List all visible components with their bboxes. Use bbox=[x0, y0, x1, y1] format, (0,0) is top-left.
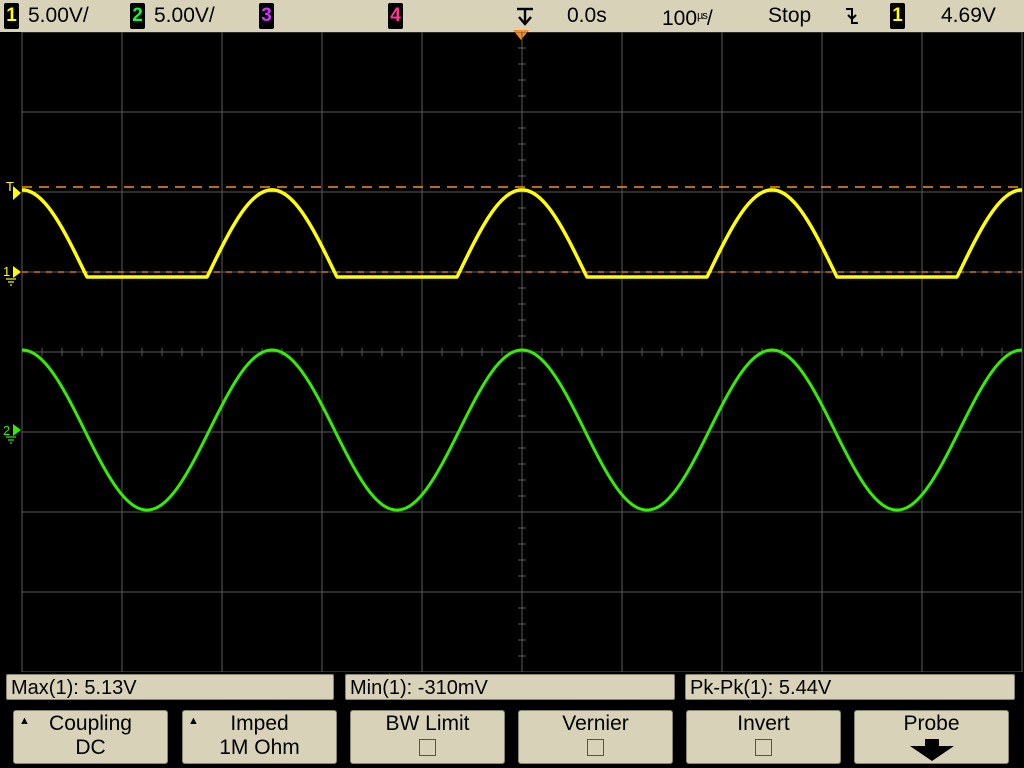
channel-1-badge[interactable]: 1 bbox=[4, 3, 19, 29]
impedance-label: Imped bbox=[230, 712, 289, 735]
channel-2-badge[interactable]: 2 bbox=[130, 3, 145, 29]
trigger-position-icon bbox=[514, 5, 536, 33]
submenu-down-arrow-icon bbox=[910, 739, 954, 761]
trigger-source-badge[interactable]: 1 bbox=[890, 3, 905, 29]
time-offset: 0.0s bbox=[567, 4, 607, 27]
status-bar: 1 5.00V/ 2 5.00V/ 3 4 0.0s 100µs/ Stop 1… bbox=[0, 0, 1024, 32]
measurement-min[interactable]: Min(1): -310mV bbox=[345, 674, 675, 700]
reference-markers: T 1 2 bbox=[3, 179, 1022, 444]
oscilloscope-screen: 1 5.00V/ 2 5.00V/ 3 4 0.0s 100µs/ Stop 1… bbox=[0, 0, 1024, 768]
impedance-softkey[interactable]: ▲ Imped 1M Ohm bbox=[182, 710, 337, 764]
channel-1-ground-label: 1 bbox=[3, 264, 10, 279]
coupling-softkey[interactable]: ▲ Coupling DC bbox=[13, 710, 168, 764]
channel-1-ground-icon bbox=[6, 278, 16, 286]
falling-edge-icon bbox=[844, 6, 860, 32]
vernier-softkey[interactable]: Vernier bbox=[518, 710, 673, 764]
bw-limit-softkey[interactable]: BW Limit bbox=[350, 710, 505, 764]
time-scale-suffix: / bbox=[706, 7, 713, 30]
vernier-label: Vernier bbox=[562, 712, 629, 735]
time-scale-value: 100 bbox=[662, 7, 698, 30]
probe-label: Probe bbox=[903, 712, 960, 735]
channel-2-ground-label: 2 bbox=[3, 423, 10, 438]
trigger-level-arrow-icon[interactable] bbox=[13, 186, 21, 200]
trigger-level: 4.69V bbox=[941, 4, 996, 27]
time-scale: 100µs/ bbox=[662, 4, 713, 30]
channel-2-ground-arrow-icon[interactable] bbox=[13, 424, 21, 436]
invert-label: Invert bbox=[737, 712, 790, 735]
coupling-label: Coupling bbox=[49, 712, 132, 735]
impedance-value: 1M Ohm bbox=[219, 736, 300, 759]
channel-3-badge[interactable]: 3 bbox=[259, 3, 274, 29]
measurement-max-label: Max(1): 5.13V bbox=[11, 677, 137, 699]
measurement-pk-pk[interactable]: Pk-Pk(1): 5.44V bbox=[685, 674, 1015, 700]
time-scale-unit: µs bbox=[697, 10, 708, 22]
channel-1-ground-arrow-icon[interactable] bbox=[13, 266, 21, 278]
channel-4-badge[interactable]: 4 bbox=[388, 3, 403, 29]
vernier-checkbox[interactable] bbox=[587, 739, 604, 756]
graticule bbox=[21, 32, 1023, 672]
channel-1-scale: 5.00V/ bbox=[28, 4, 89, 27]
coupling-value: DC bbox=[75, 736, 106, 759]
measurement-max[interactable]: Max(1): 5.13V bbox=[6, 674, 334, 700]
bw-limit-label: BW Limit bbox=[385, 712, 470, 735]
waveform-display: T 1 2 bbox=[3, 32, 1023, 672]
invert-checkbox[interactable] bbox=[755, 739, 772, 756]
measurement-pk-pk-label: Pk-Pk(1): 5.44V bbox=[690, 677, 832, 699]
bw-limit-checkbox[interactable] bbox=[419, 739, 436, 756]
run-state[interactable]: Stop bbox=[768, 4, 811, 28]
measurement-min-label: Min(1): -310mV bbox=[350, 677, 488, 699]
invert-softkey[interactable]: Invert bbox=[686, 710, 841, 764]
trigger-level-label: T bbox=[6, 179, 14, 194]
channel-2-scale: 5.00V/ bbox=[154, 4, 215, 27]
probe-softkey[interactable]: Probe bbox=[854, 710, 1009, 764]
